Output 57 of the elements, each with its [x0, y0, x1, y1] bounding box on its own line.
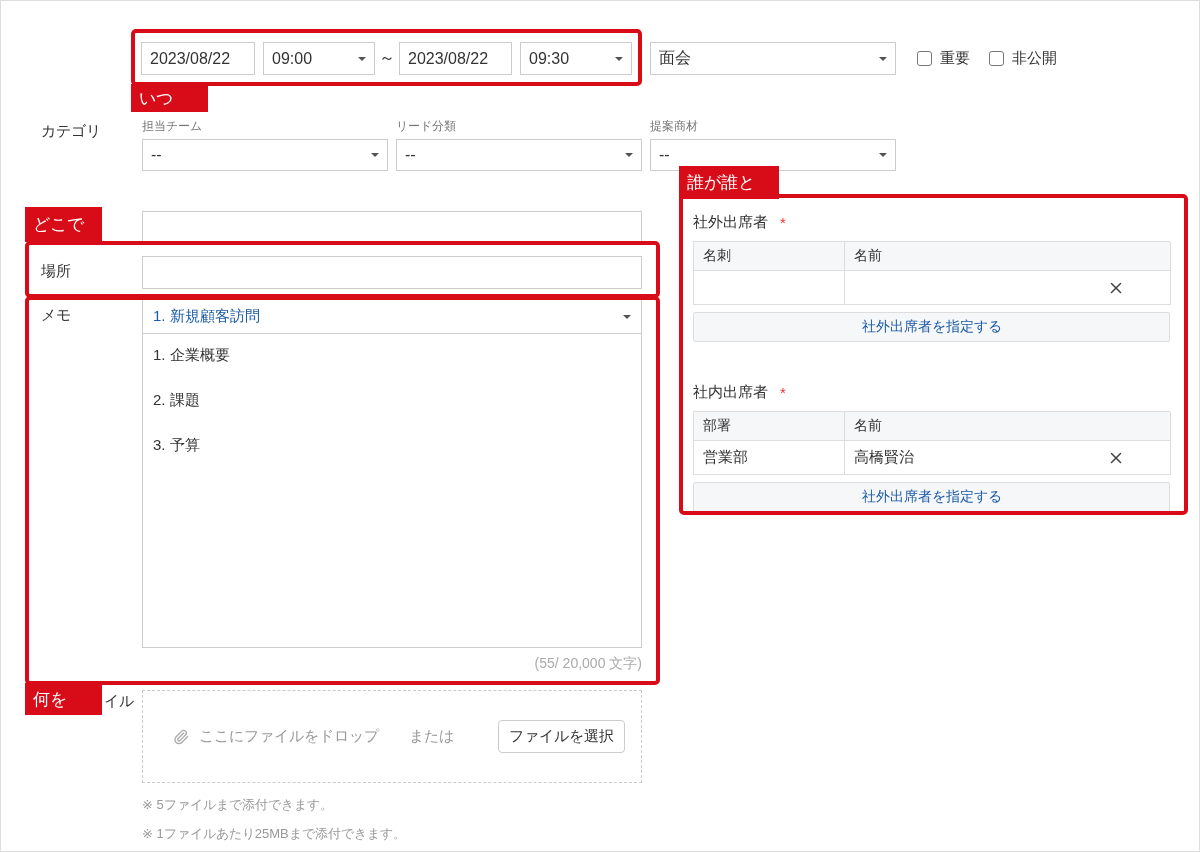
template-select[interactable]: 1. 新規顧客訪問 — [142, 300, 642, 333]
time-select[interactable]: 09:00 — [263, 42, 375, 75]
annotation-tag: 何を — [25, 683, 102, 715]
memo-line: 3. 予算 — [153, 436, 201, 455]
or-text: または — [409, 727, 455, 746]
caret-icon — [371, 153, 379, 157]
cell-text: 高橋賢治 — [854, 448, 914, 467]
paperclip-icon — [173, 728, 189, 745]
memo-line: 2. 課題 — [153, 391, 201, 410]
caret-icon — [615, 56, 623, 61]
category-select[interactable]: -- — [396, 139, 642, 171]
add-attendee-button[interactable]: 社外出席者を指定する — [693, 312, 1170, 342]
caret-icon — [625, 153, 633, 157]
field-label: 場所 — [41, 262, 71, 281]
checkbox[interactable] — [917, 51, 932, 66]
date-field[interactable]: 2023/08/22 — [399, 42, 512, 75]
memo-field[interactable]: 1. 企業概要 2. 課題 3. 予算 — [142, 333, 642, 648]
place-field[interactable] — [142, 256, 642, 289]
column-header: 部署 — [694, 412, 845, 441]
caret-icon — [358, 56, 366, 61]
field-label: メモ — [41, 306, 71, 325]
field-label: イル — [104, 692, 134, 711]
drop-hint: ここにファイルをドロップ — [199, 727, 379, 746]
type-select[interactable]: 面会 — [650, 42, 896, 75]
file-drop-zone[interactable]: ここにファイルをドロップ または ファイルを選択 — [142, 690, 642, 783]
checkbox[interactable] — [989, 51, 1004, 66]
cell-text: 営業部 — [703, 448, 748, 467]
required-mark: * — [780, 383, 786, 401]
required-mark: * — [780, 213, 786, 231]
date-field[interactable]: 2023/08/22 — [141, 42, 255, 75]
caret-icon — [623, 314, 631, 319]
add-attendee-button[interactable]: 社外出席者を指定する — [693, 482, 1170, 512]
annotation-tag: どこで — [25, 207, 102, 242]
category-select[interactable]: -- — [142, 139, 388, 171]
choose-file-button[interactable]: ファイルを選択 — [498, 720, 625, 753]
checkbox-label: 非公開 — [1012, 49, 1057, 68]
section-title: 社外出席者 — [693, 212, 768, 232]
caret-icon — [879, 153, 887, 157]
section-title: 社内出席者 — [693, 382, 768, 402]
range-separator: ～ — [378, 48, 396, 68]
checkbox-label: 重要 — [940, 49, 970, 68]
column-header: 名前 — [845, 242, 1171, 271]
column-header: 名前 — [845, 412, 1171, 441]
column-header: 名刺 — [694, 242, 845, 271]
field-label: 提案商材 — [650, 118, 699, 135]
category-select[interactable]: -- — [650, 139, 896, 171]
annotation-tag: いつ — [131, 84, 208, 112]
caret-icon — [879, 56, 887, 61]
note-text: ※ 5ファイルまで添付できます。 — [142, 796, 334, 814]
time-select[interactable]: 09:30 — [520, 42, 632, 75]
field-label: 担当チーム — [142, 118, 203, 135]
field-label: カテゴリ — [41, 122, 101, 141]
character-counter: (55/ 20,000 文字) — [534, 655, 642, 673]
annotation-tag: 誰が誰と — [679, 166, 779, 199]
note-text: ※ 1ファイルあたり25MBまで添付できます。 — [142, 825, 407, 843]
memo-line: 1. 企業概要 — [153, 346, 231, 365]
field-label: リード分類 — [396, 118, 457, 135]
